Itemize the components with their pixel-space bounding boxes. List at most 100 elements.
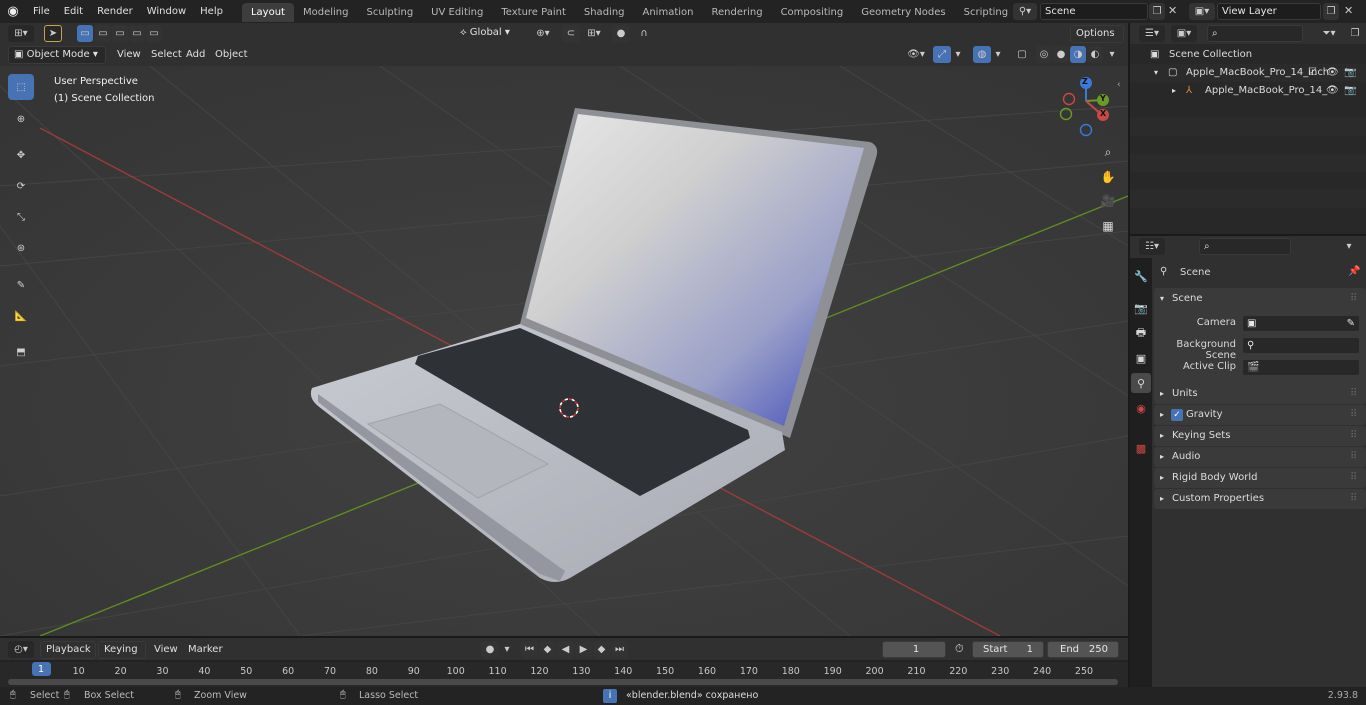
new-view-layer-icon[interactable]: ❐ [1323, 3, 1339, 20]
drag-handle-icon[interactable]: ⠿ [1350, 489, 1357, 509]
panel-rigid-body-world[interactable]: ▸ Rigid Body World ⠿ [1154, 468, 1366, 488]
properties-editor-icon[interactable]: ☷▾ [1139, 238, 1165, 255]
active-clip-field[interactable]: 🎬 [1242, 359, 1360, 376]
gizmo-toggle-icon[interactable]: ⤢ [933, 46, 951, 63]
drag-handle-icon[interactable]: ⠿ [1350, 384, 1357, 404]
mode-invert-icon[interactable]: ▭ [129, 25, 145, 42]
playback-dropdown[interactable]: Playback ▾ [40, 641, 96, 671]
move-tool-icon[interactable]: ✥ [8, 142, 34, 168]
record-icon[interactable]: ● [481, 641, 499, 658]
cursor-tool-icon[interactable]: ⊕ [8, 106, 34, 132]
play-icon[interactable]: ▶ [575, 641, 592, 658]
add-cube-tool-icon[interactable]: ⬒ [8, 339, 34, 365]
proportional-edit-icon[interactable]: ● [612, 25, 630, 42]
3d-viewport[interactable]: User Perspective (1) Scene Collection ⬚ … [0, 66, 1128, 636]
drag-handle-icon[interactable]: ⠿ [1350, 426, 1357, 446]
editor-type-icon[interactable]: ⊞▾ [8, 25, 34, 42]
select-tool-icon[interactable]: ➤ [44, 25, 62, 42]
xray-icon[interactable]: ▢ [1014, 46, 1030, 63]
outliner-row-macbook-collection[interactable]: ▾ ▢ Apple_MacBook_Pro_14_inch ☑ 👁 📷 [1130, 64, 1366, 82]
view-layer-tab-icon[interactable]: ▣ [1131, 348, 1151, 368]
end-frame-field[interactable]: End 250 [1047, 641, 1119, 658]
render-camera-icon[interactable]: 📷 [1344, 82, 1356, 100]
panel-units[interactable]: ▸ Units ⠿ [1154, 384, 1366, 404]
expand-arrow-icon[interactable]: ▾ [1154, 64, 1158, 82]
mode-new-icon[interactable]: ▭ [77, 25, 93, 42]
tab-animation[interactable]: Animation [634, 3, 703, 22]
tab-sculpting[interactable]: Sculpting [357, 3, 422, 22]
tab-geometry-nodes[interactable]: Geometry Nodes [852, 3, 954, 22]
menu-view[interactable]: View [111, 46, 147, 64]
scene-type-icon[interactable]: ⚲▾ [1013, 3, 1037, 20]
snap-target-icon[interactable]: ⊞▾ [582, 25, 606, 42]
info-icon[interactable]: i [603, 689, 617, 703]
drag-handle-icon[interactable]: ⠿ [1350, 405, 1357, 425]
scene-panel-header[interactable]: ▾ Scene ⠿ [1154, 289, 1366, 309]
mode-extend-icon[interactable]: ▭ [95, 25, 111, 42]
tab-texture-paint[interactable]: Texture Paint [492, 3, 575, 22]
record-options-icon[interactable]: ▾ [500, 641, 514, 658]
world-tab-icon[interactable]: ◉ [1131, 398, 1151, 418]
annotate-tool-icon[interactable]: ✎ [8, 272, 34, 298]
gizmo-dropdown-icon[interactable]: ▾ [952, 46, 964, 63]
mode-subtract-icon[interactable]: ▭ [112, 25, 128, 42]
menu-help[interactable]: Help [193, 0, 230, 23]
snap-icon[interactable]: ⊂ [562, 25, 580, 42]
texture-tab-icon[interactable]: ▩ [1131, 438, 1151, 458]
play-reverse-icon[interactable]: ◀ [557, 641, 574, 658]
panel-gravity[interactable]: ▸ ✓ Gravity ⠿ [1154, 405, 1366, 425]
shading-solid-icon[interactable]: ● [1053, 46, 1069, 63]
timeline-editor-icon[interactable]: ◴▾ [8, 641, 34, 658]
shading-dropdown-icon[interactable]: ▾ [1105, 46, 1119, 63]
menu-add[interactable]: Add [180, 46, 211, 64]
outliner-row-macbook-object[interactable]: ▸ ⅄ Apple_MacBook_Pro_14_ 👁 📷 [1130, 82, 1366, 100]
tab-compositing[interactable]: Compositing [772, 3, 853, 22]
shading-material-icon[interactable]: ◑ [1070, 46, 1086, 63]
background-scene-field[interactable]: ⚲ [1242, 337, 1360, 354]
filter-icon[interactable]: ⏷▾ [1316, 25, 1342, 42]
blender-logo-icon[interactable]: ◉ [0, 4, 26, 19]
eye-icon[interactable]: 👁 [1326, 64, 1339, 82]
tab-shading[interactable]: Shading [575, 3, 634, 22]
visibility-icon[interactable]: 👁▾ [903, 46, 929, 63]
status-message[interactable]: «blender.blend» сохранено [626, 690, 758, 701]
zoom-icon[interactable]: ⌕ [1097, 141, 1119, 163]
eye-icon[interactable]: 👁 [1326, 82, 1339, 100]
tab-modeling[interactable]: Modeling [294, 3, 358, 22]
expand-arrow-icon[interactable]: ▸ [1172, 82, 1176, 100]
delete-scene-icon[interactable]: ✕ [1168, 4, 1177, 17]
new-collection-icon[interactable]: ❐ [1347, 25, 1363, 42]
view-layer-field[interactable]: View Layer [1217, 3, 1321, 20]
output-tab-icon[interactable]: 🖶 [1131, 323, 1151, 343]
mode-dropdown[interactable]: ▣ Object Mode ▾ [8, 46, 106, 64]
rotate-tool-icon[interactable]: ⟳ [8, 173, 34, 199]
stopwatch-icon[interactable]: ⏱ [955, 642, 964, 656]
measure-tool-icon[interactable]: 📐 [8, 303, 34, 329]
tab-rendering[interactable]: Rendering [702, 3, 771, 22]
tab-scripting[interactable]: Scripting [955, 3, 1017, 22]
overlay-dropdown-icon[interactable]: ▾ [992, 46, 1004, 63]
outliner-row-scene-collection[interactable]: ▣ Scene Collection [1130, 46, 1366, 64]
sidebar-toggle-icon[interactable]: ‹ [1117, 80, 1121, 90]
camera-view-icon[interactable]: 🎥 [1097, 190, 1119, 212]
orthographic-grid-icon[interactable]: ▦ [1097, 215, 1119, 237]
outliner-editor-icon[interactable]: ☰▾ [1139, 25, 1165, 42]
timeline-menu-view[interactable]: View [148, 641, 184, 659]
tab-uv-editing[interactable]: UV Editing [422, 3, 492, 22]
pin-icon[interactable]: 📌 [1348, 266, 1360, 277]
overlay-toggle-icon[interactable]: ◍ [973, 46, 991, 63]
tool-tab-icon[interactable]: 🔧 [1131, 266, 1151, 286]
menu-object[interactable]: Object [209, 46, 254, 64]
timeline-menu-marker[interactable]: Marker [182, 641, 229, 659]
shading-wireframe-icon[interactable]: ◎ [1036, 46, 1052, 63]
panel-keying-sets[interactable]: ▸ Keying Sets ⠿ [1154, 426, 1366, 446]
gravity-checkbox[interactable]: ✓ [1171, 409, 1183, 421]
transform-tool-icon[interactable]: ⊛ [8, 235, 34, 261]
scene-tab-icon[interactable]: ⚲ [1131, 373, 1151, 393]
pan-hand-icon[interactable]: ✋ [1097, 166, 1119, 188]
drag-handle-icon[interactable]: ⠿ [1350, 447, 1357, 467]
view-layer-type-icon[interactable]: ▣▾ [1189, 3, 1215, 20]
transform-orientation-dropdown[interactable]: ⟡ Global ▾ [455, 25, 525, 43]
include-checkbox-icon[interactable]: ☑ [1308, 64, 1317, 82]
select-box-icon[interactable]: ⬚ [8, 74, 34, 100]
